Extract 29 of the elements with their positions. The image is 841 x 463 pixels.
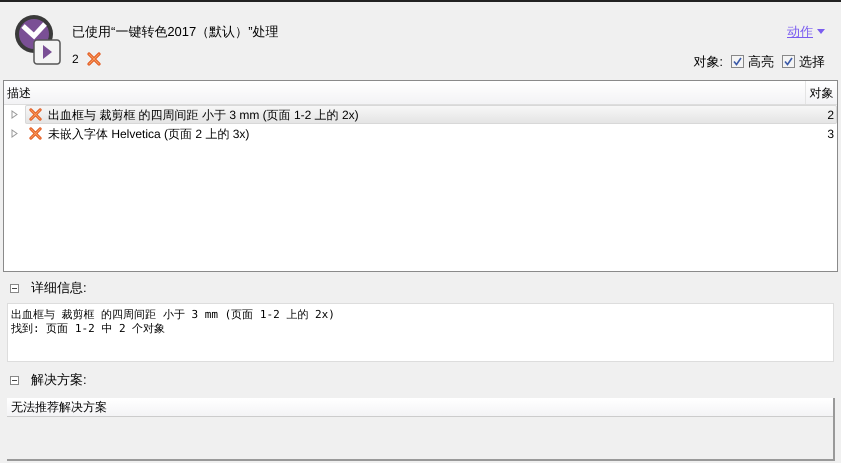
expand-arrow-icon[interactable] <box>11 110 19 119</box>
expand-arrow-icon[interactable] <box>11 129 19 138</box>
error-icon <box>29 108 42 121</box>
solution-item[interactable]: 无法推荐解决方案 <box>7 398 833 417</box>
details-text: 出血框与 裁剪框 的四周间距 小于 3 mm (页面 1-2 上的 2x) <box>11 308 336 322</box>
object-count: 2 <box>827 106 835 124</box>
section-title: 详细信息: <box>31 279 87 298</box>
details-text: 找到: 页面 1-2 中 2 个对象 <box>11 322 166 336</box>
checkbox[interactable] <box>731 54 744 68</box>
action-menu-link[interactable]: 动作 <box>787 22 825 42</box>
objects-label: 对象: <box>693 52 723 70</box>
collapse-icon[interactable] <box>10 284 19 292</box>
error-icon <box>29 127 42 140</box>
report-title: 已使用“一键转色2017（默认）”处理 <box>72 23 279 41</box>
checkbox-label: 高亮 <box>748 52 774 70</box>
checkbox-label: 选择 <box>799 52 825 70</box>
checkbox[interactable] <box>782 54 795 68</box>
issue-description: 未嵌入字体 Helvetica (页面 2 上的 3x) <box>48 126 250 142</box>
issue-row[interactable]: 出血框与 裁剪框 的四周间距 小于 3 mm (页面 1-2 上的 2x) 2 <box>25 105 837 124</box>
column-header[interactable]: 对象 <box>805 81 837 104</box>
error-icon <box>86 52 101 66</box>
issue-row[interactable]: 未嵌入字体 Helvetica (页面 2 上的 3x) 3 <box>25 124 837 143</box>
object-count: 3 <box>827 126 835 142</box>
column-header[interactable]: 描述 <box>4 81 805 104</box>
collapse-icon[interactable] <box>10 376 19 384</box>
error-count: 2 <box>72 50 79 68</box>
section-title: 解决方案: <box>31 371 87 390</box>
issue-description: 出血框与 裁剪框 的四周间距 小于 3 mm (页面 1-2 上的 2x) <box>48 106 360 124</box>
caret-icon <box>817 29 825 34</box>
